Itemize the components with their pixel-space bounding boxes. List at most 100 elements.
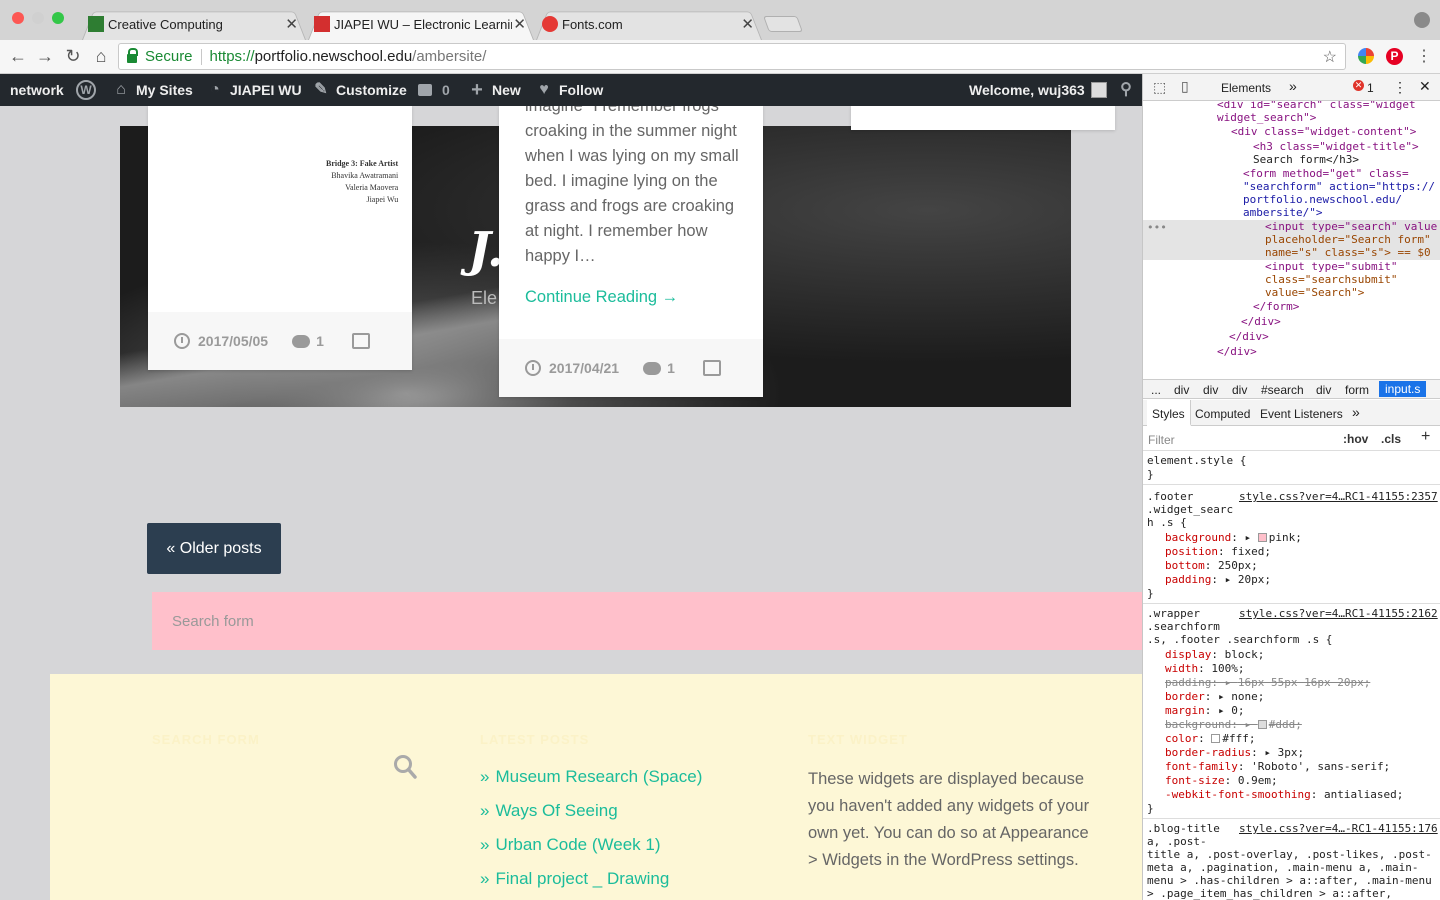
css-declaration[interactable]: width: 100%; bbox=[1165, 662, 1245, 676]
close-tab-icon[interactable]: ✕ bbox=[741, 15, 754, 33]
breadcrumb-item[interactable]: div bbox=[1316, 383, 1331, 397]
node-line[interactable]: widget_search"> bbox=[1217, 111, 1316, 124]
node-line[interactable]: </div> bbox=[1241, 315, 1281, 328]
post-link[interactable]: Museum Research (Space) bbox=[495, 767, 702, 786]
pinterest-icon[interactable]: P bbox=[1386, 48, 1403, 65]
node-line[interactable]: </div> bbox=[1229, 330, 1269, 343]
css-declaration[interactable]: border-radius: ▸ 3px; bbox=[1165, 746, 1304, 760]
browser-menu-icon[interactable]: ⋮ bbox=[1416, 46, 1432, 66]
rule-source-link[interactable]: style.css?ver=4…-RC1-41155:176 bbox=[1239, 822, 1438, 836]
hov-toggle[interactable]: :hov bbox=[1343, 432, 1368, 446]
new-content-menu[interactable]: + New bbox=[468, 74, 521, 106]
css-declaration[interactable]: position: fixed; bbox=[1165, 545, 1271, 559]
css-declaration[interactable]: font-size: 0.9em; bbox=[1165, 774, 1278, 788]
node-line[interactable]: name="s" class="s"> == $0 bbox=[1265, 246, 1431, 259]
site-name-menu[interactable]: ◔ JIAPEI WU bbox=[206, 74, 301, 106]
search-icon[interactable] bbox=[393, 754, 417, 780]
tab-styles[interactable]: Styles bbox=[1147, 400, 1191, 426]
more-subtabs-icon[interactable]: » bbox=[1352, 404, 1360, 420]
rule-selector[interactable]: .searchform bbox=[1147, 620, 1220, 634]
minimize-window-button[interactable] bbox=[32, 12, 44, 24]
post-date[interactable]: 2017/05/05 bbox=[198, 333, 268, 349]
back-icon[interactable]: ← bbox=[8, 46, 28, 67]
node-line[interactable]: <input type="search" value bbox=[1265, 220, 1437, 233]
list-item[interactable]: » Ways Of Seeing bbox=[480, 801, 702, 835]
admin-search[interactable]: ⚲ bbox=[1117, 74, 1141, 106]
customize-link[interactable]: ✎ Customize bbox=[312, 74, 407, 106]
forward-icon[interactable]: → bbox=[35, 46, 55, 67]
tab-computed[interactable]: Computed bbox=[1195, 407, 1250, 421]
device-toolbar-icon[interactable]: ▯ bbox=[1181, 78, 1189, 95]
node-line[interactable]: </div> bbox=[1217, 345, 1257, 358]
node-line[interactable]: </form> bbox=[1253, 300, 1299, 313]
tab-jiapei-wu[interactable]: JIAPEI WU – Electronic Learnin ✕ bbox=[308, 8, 534, 40]
css-declaration[interactable]: background: ▸ pink; bbox=[1165, 531, 1302, 545]
close-tab-icon[interactable]: ✕ bbox=[513, 15, 526, 33]
node-line[interactable]: value="Search"> bbox=[1265, 286, 1364, 299]
node-line[interactable]: class="searchsubmit" bbox=[1265, 273, 1397, 286]
cls-toggle[interactable]: .cls bbox=[1381, 432, 1401, 446]
breadcrumb-item[interactable]: div bbox=[1203, 383, 1218, 397]
post-thumbnail[interactable]: Bridge 3: Fake Artist Bhavika Awatramani… bbox=[326, 158, 398, 206]
tab-event-listeners[interactable]: Event Listeners bbox=[1260, 407, 1343, 421]
comments-link[interactable]: 0 bbox=[418, 74, 450, 106]
list-item[interactable]: » Urban Code (Week 1) bbox=[480, 835, 702, 869]
continue-reading-link[interactable]: Continue Reading → bbox=[525, 288, 678, 307]
breadcrumb-item[interactable]: #search bbox=[1261, 383, 1304, 397]
reload-icon[interactable]: ↻ bbox=[63, 46, 83, 67]
node-line[interactable]: placeholder="Search form" bbox=[1265, 233, 1431, 246]
close-tab-icon[interactable]: ✕ bbox=[285, 15, 298, 33]
close-devtools-icon[interactable]: ✕ bbox=[1419, 78, 1431, 95]
breadcrumb-item[interactable]: div bbox=[1174, 383, 1189, 397]
edit-icon[interactable] bbox=[351, 333, 370, 349]
color-swatch[interactable] bbox=[1211, 734, 1221, 743]
list-item[interactable]: » Museum Research (Space) bbox=[480, 767, 702, 801]
css-declaration-overridden[interactable]: padding: ▸ 16px 55px 16px 20px; bbox=[1165, 676, 1370, 690]
post-date[interactable]: 2017/04/21 bbox=[549, 360, 619, 376]
inspect-icon[interactable]: ⬚ bbox=[1153, 79, 1166, 96]
node-line[interactable]: portfolio.newschool.edu/ bbox=[1243, 193, 1402, 206]
search-input[interactable]: Search form bbox=[152, 592, 1142, 650]
home-icon[interactable]: ⌂ bbox=[91, 46, 111, 67]
error-icon[interactable]: ✕ bbox=[1353, 80, 1364, 91]
tab-fonts-com[interactable]: Fonts.com ✕ bbox=[536, 8, 762, 40]
tab-elements[interactable]: Elements bbox=[1221, 81, 1271, 95]
css-declaration[interactable]: display: block; bbox=[1165, 648, 1264, 662]
bookmark-star-icon[interactable]: ☆ bbox=[1323, 47, 1337, 67]
styles-filter[interactable]: Filter :hov .cls + bbox=[1143, 427, 1440, 451]
css-declaration[interactable]: font-family: 'Roboto', sans-serif; bbox=[1165, 760, 1390, 774]
rule-selector[interactable]: h .s { bbox=[1147, 516, 1187, 530]
node-line[interactable]: Search form</h3> bbox=[1253, 153, 1359, 166]
rule-source-link[interactable]: style.css?ver=4…RC1-41155:2162 bbox=[1239, 607, 1438, 621]
rule-selector[interactable]: .s, .footer .searchform .s { bbox=[1147, 633, 1332, 647]
node-line[interactable]: <div id="search" class="widget bbox=[1217, 101, 1416, 111]
css-declaration[interactable]: -webkit-font-smoothing: antialiased; bbox=[1165, 788, 1403, 802]
rule-selector[interactable]: .blog-title bbox=[1147, 822, 1220, 836]
add-rule-icon[interactable]: + bbox=[1421, 428, 1430, 446]
my-sites-menu[interactable]: ⌂ My Sites bbox=[112, 74, 193, 106]
css-declaration[interactable]: color: #fff; bbox=[1165, 732, 1256, 746]
rule-selector[interactable]: element.style { bbox=[1147, 454, 1246, 468]
more-tabs-icon[interactable]: » bbox=[1289, 78, 1297, 94]
older-posts-button[interactable]: « Older posts bbox=[147, 523, 281, 574]
node-line[interactable]: <div class="widget-content"> bbox=[1231, 125, 1416, 138]
breadcrumb-item-active[interactable]: input.s bbox=[1379, 381, 1427, 397]
rule-selector[interactable]: .footer bbox=[1147, 490, 1193, 504]
tab-creative-computing[interactable]: Creative Computing ✕ bbox=[82, 8, 306, 40]
devtools-menu-icon[interactable]: ⋮ bbox=[1393, 79, 1407, 96]
rule-selector[interactable]: title a, .post-overlay, .post-likes, .po… bbox=[1147, 848, 1432, 862]
rule-selector[interactable]: > .page_item_has_children > a::after, bbox=[1147, 887, 1392, 900]
css-declaration[interactable]: bottom: 250px; bbox=[1165, 559, 1258, 573]
post-link[interactable]: Final project _ Drawing bbox=[495, 869, 669, 888]
node-line[interactable]: ambersite/"> bbox=[1243, 206, 1322, 219]
address-bar[interactable]: Secure https://portfolio.newschool.edu/a… bbox=[118, 43, 1346, 70]
comment-count[interactable]: 1 bbox=[667, 360, 675, 376]
wordpress-menu[interactable]: W bbox=[76, 74, 102, 106]
css-declaration[interactable]: margin: ▸ 0; bbox=[1165, 704, 1245, 718]
node-line[interactable]: <form method="get" class= bbox=[1243, 167, 1409, 180]
rule-selector[interactable]: .wrapper bbox=[1147, 607, 1200, 621]
breadcrumb-item[interactable]: form bbox=[1345, 383, 1369, 397]
post-link[interactable]: Ways Of Seeing bbox=[495, 801, 617, 820]
comment-count[interactable]: 1 bbox=[316, 333, 324, 349]
color-swatch[interactable] bbox=[1257, 720, 1267, 729]
